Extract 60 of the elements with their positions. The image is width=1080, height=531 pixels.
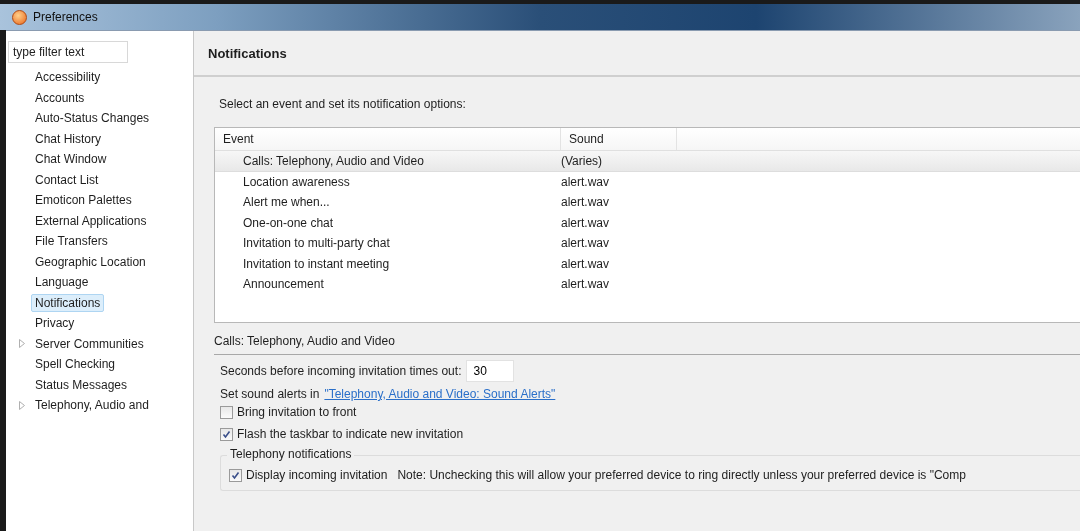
page-title: Notifications [208, 45, 287, 61]
sidebar-item[interactable]: Status Messages [31, 375, 132, 394]
checkbox-label: Bring invitation to front [237, 405, 357, 419]
sound-alerts-link[interactable]: "Telephony, Audio and Video: Sound Alerts" [324, 387, 556, 401]
table-cell-text: One-on-one chat [242, 215, 335, 230]
table-cell-text: Alert me when... [242, 195, 331, 210]
expander-icon[interactable] [19, 400, 25, 410]
sidebar-item[interactable]: Privacy [31, 314, 79, 333]
table-cell-text: Announcement [242, 277, 325, 292]
group-title: Telephony notifications [227, 447, 355, 461]
sidebar-item[interactable]: File Transfers [31, 232, 112, 251]
sidebar-item[interactable]: Language [31, 273, 93, 292]
column-header[interactable]: Event [215, 128, 561, 150]
checkbox[interactable] [220, 427, 233, 441]
sidebar-item[interactable]: Spell Checking [31, 355, 120, 374]
sidebar-item[interactable]: Chat History [31, 129, 106, 148]
checkbox[interactable] [229, 468, 242, 482]
column-header[interactable]: Sound [561, 128, 677, 150]
app-icon [12, 9, 27, 25]
sidebar-item[interactable]: Chat Window [31, 150, 111, 169]
table-row[interactable]: Alert me when... alert.wav [215, 192, 1080, 213]
window-title: Preferences [33, 10, 98, 24]
sidebar-item[interactable]: Notifications [31, 293, 105, 312]
sidebar-item[interactable]: Geographic Location [31, 252, 150, 271]
sidebar-item[interactable]: Telephony, Audio and [31, 396, 153, 415]
timeout-label: Seconds before incoming invitation times out: [220, 364, 462, 378]
table-row[interactable]: Location awareness alert.wav [215, 171, 1080, 192]
table-cell-text: alert.wav [561, 215, 611, 230]
sidebar-item[interactable]: Accessibility [31, 68, 105, 87]
sidebar-item[interactable]: External Applications [31, 211, 151, 230]
expander-icon[interactable] [19, 339, 25, 349]
sidebar-item[interactable]: Emoticon Palettes [31, 191, 136, 210]
table-cell-text: Invitation to multi-party chat [242, 236, 391, 251]
table-row[interactable]: Announcement alert.wav [215, 274, 1080, 295]
table-cell-text: Location awareness [242, 174, 351, 189]
sidebar-item[interactable]: Accounts [31, 88, 89, 107]
checkbox-label: Flash the taskbar to indicate new invitation [237, 427, 464, 441]
note-text: Note: Unchecking this will allow your preferred device to ring directly unless your preferred device is "Comp [397, 468, 966, 482]
sidebar-item[interactable]: Server Communities [31, 334, 148, 353]
timeout-field[interactable]: 30 [466, 360, 515, 382]
section-title: Calls: Telephony, Audio and Video [214, 333, 1080, 355]
table-cell-text: (Varies) [561, 153, 604, 168]
table-row[interactable]: Invitation to instant meeting alert.wav [215, 253, 1080, 274]
table-cell-text: Invitation to instant meeting [242, 256, 391, 271]
intro-text: Select an event and set its notification options: [219, 97, 467, 111]
table-cell-text: alert.wav [561, 256, 611, 271]
table-row[interactable]: Invitation to multi-party chat alert.wav [215, 233, 1080, 254]
table-cell-text: alert.wav [561, 174, 611, 189]
table-cell-text: Calls: Telephony, Audio and Video [242, 153, 425, 168]
filter-field[interactable]: type filter text [8, 41, 128, 63]
sidebar-item[interactable]: Auto-Status Changes [31, 109, 154, 128]
table-cell-text: alert.wav [561, 277, 611, 292]
checkbox-label: Display incoming invitation [246, 468, 388, 482]
checkbox[interactable] [220, 405, 233, 419]
table-cell-text: alert.wav [561, 195, 611, 210]
table-row[interactable]: Calls: Telephony, Audio and Video (Varies) [215, 151, 1080, 172]
sound-alerts-text: Set sound alerts in [220, 387, 320, 401]
sidebar-item[interactable]: Contact List [31, 170, 103, 189]
table-cell-text: alert.wav [561, 236, 611, 251]
table-row[interactable]: One-on-one chat alert.wav [215, 212, 1080, 233]
